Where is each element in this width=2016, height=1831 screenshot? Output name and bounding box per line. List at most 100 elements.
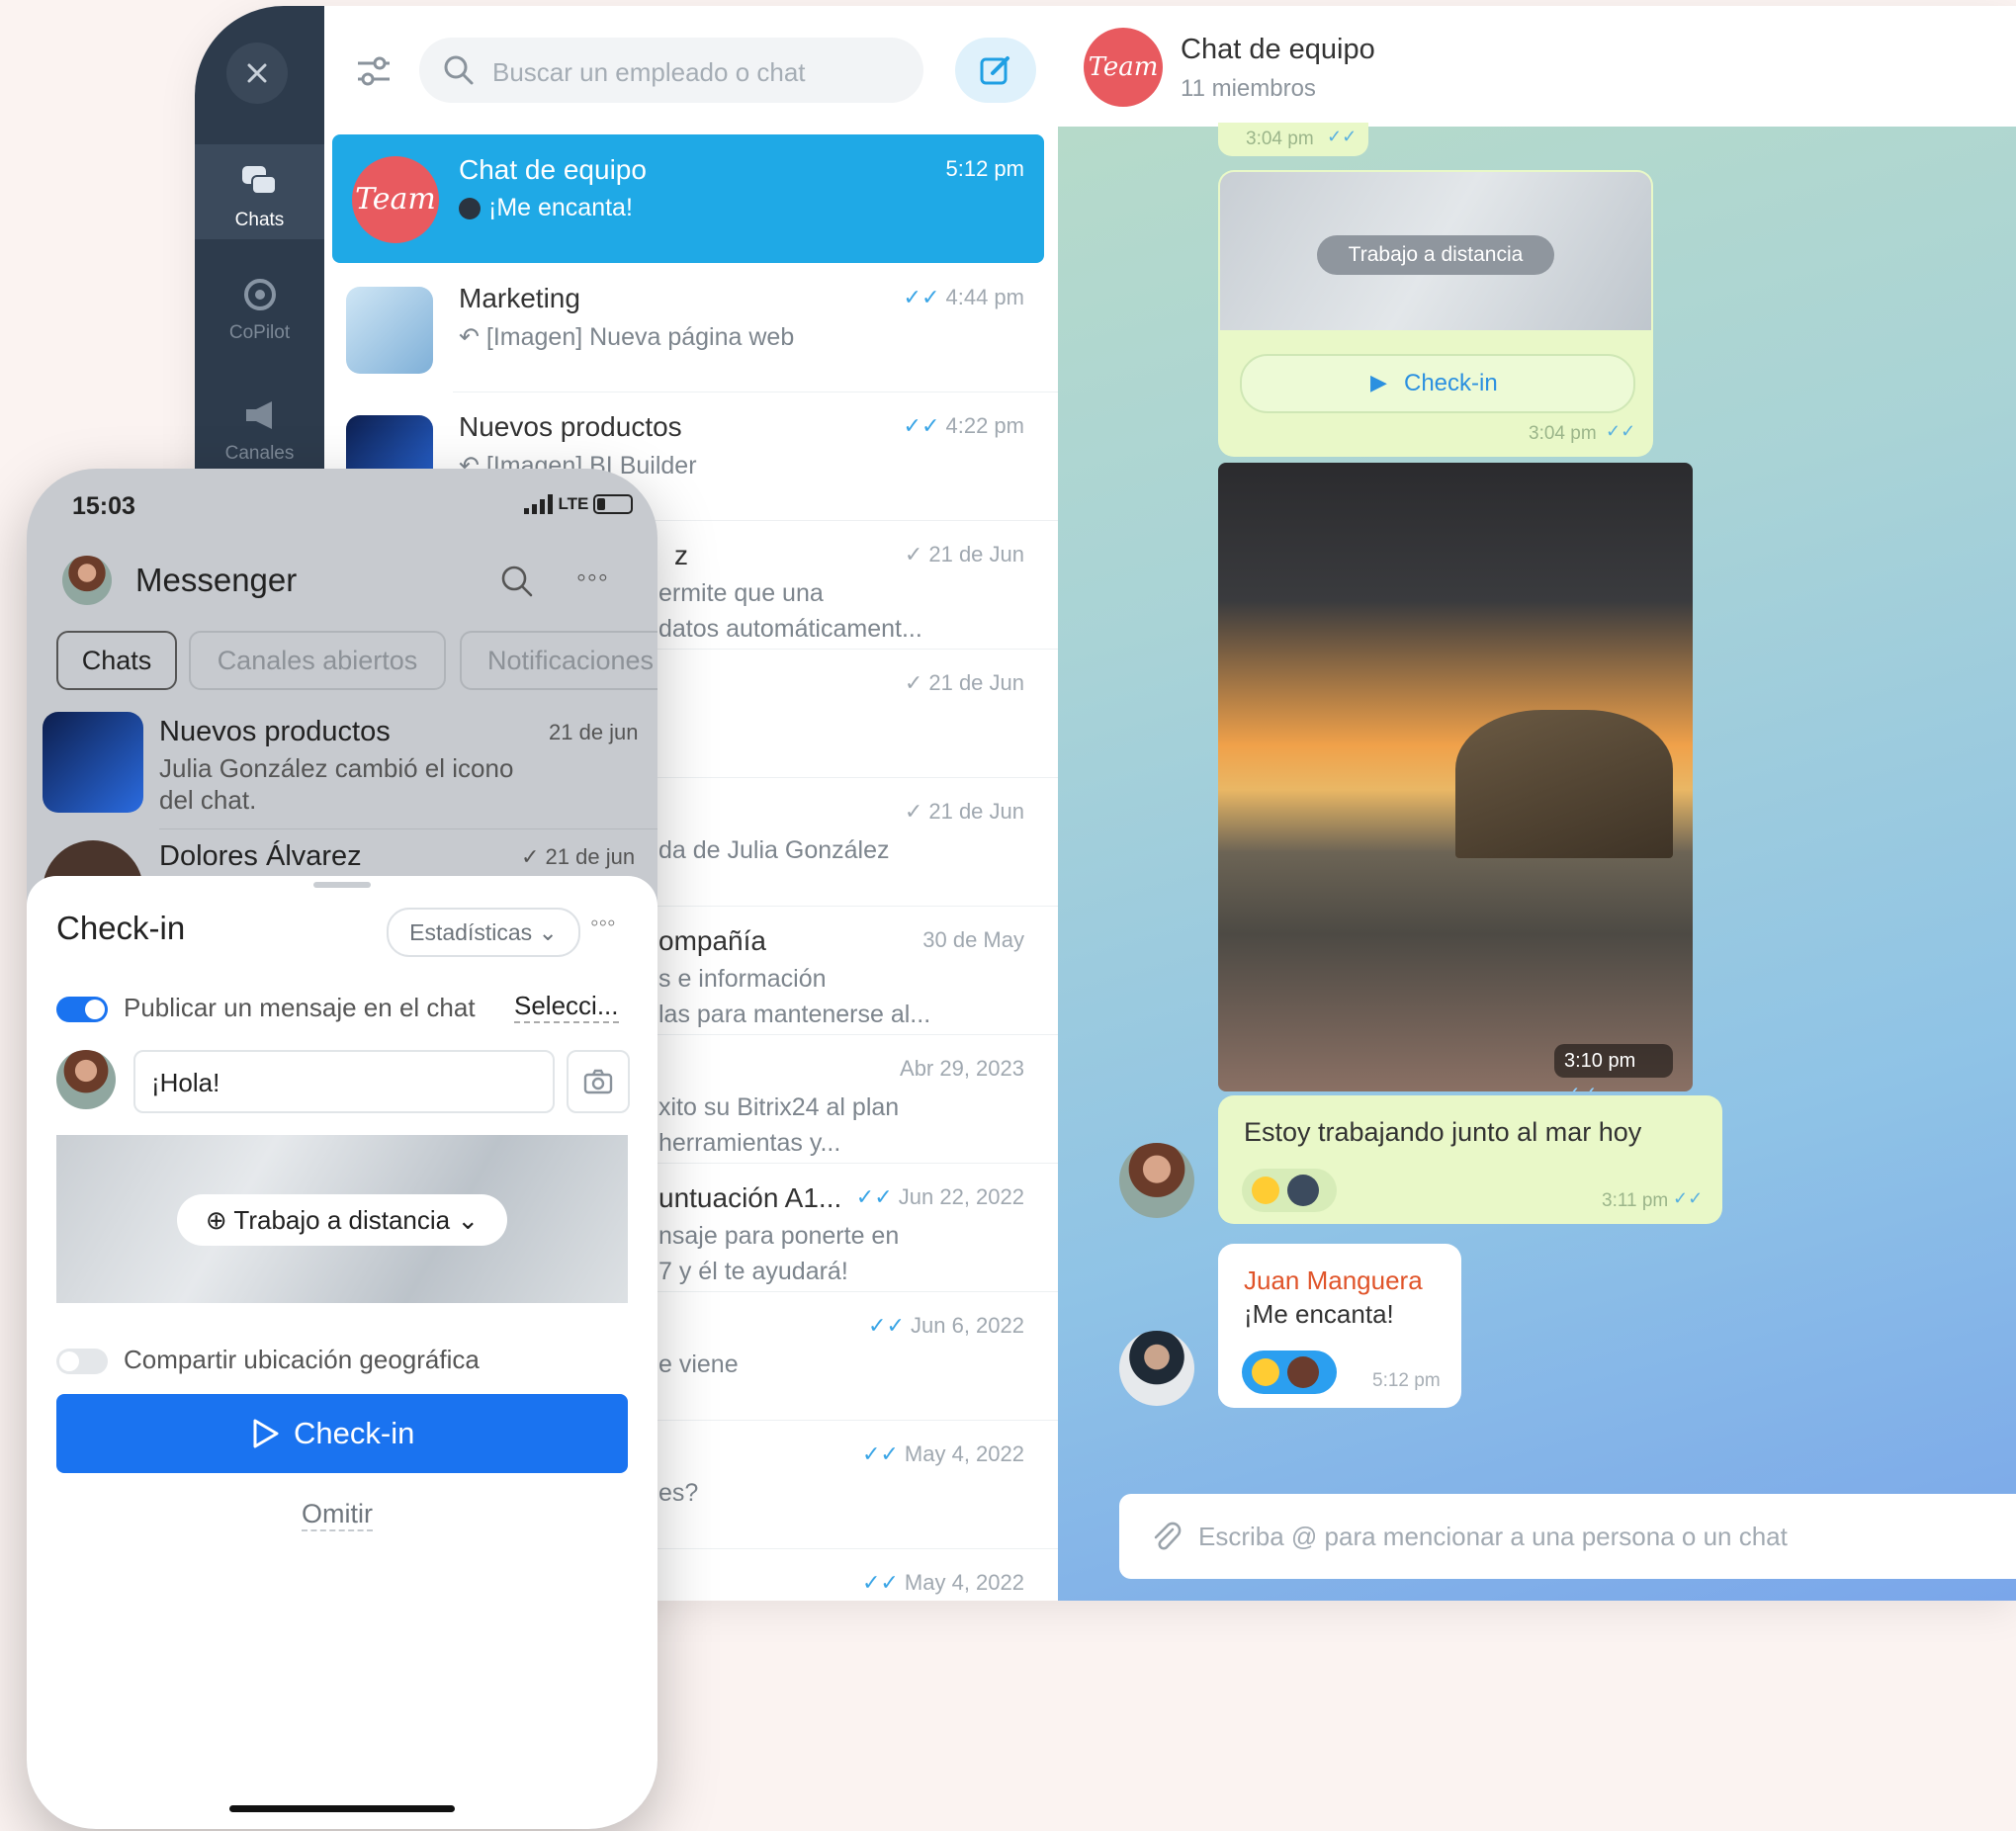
check-icon: ✓ [904, 542, 929, 567]
divider [159, 828, 657, 829]
statistics-label: Estadísticas [409, 919, 533, 945]
list-item-date: 21 de jun [549, 720, 639, 744]
nav-chats[interactable]: Chats [195, 144, 324, 239]
beach-hut-image [1455, 710, 1673, 858]
chat-list-toolbar: Buscar un empleado o chat [324, 6, 1058, 134]
author-avatar-icon [459, 198, 481, 220]
profile-avatar[interactable] [62, 556, 112, 605]
statistics-dropdown[interactable]: Estadísticas ⌄ [387, 908, 580, 957]
chat-selector[interactable]: Selecci... [514, 991, 619, 1023]
tab-canales-abiertos[interactable]: Canales abiertos [189, 631, 446, 690]
search-input[interactable]: Buscar un empleado o chat [419, 38, 923, 103]
checkin-message-button[interactable]: ▶ Check-in [1240, 354, 1635, 413]
tab-notificaciones[interactable]: Notificaciones [460, 631, 657, 690]
skip-link[interactable]: Omitir [302, 1499, 373, 1531]
chat-row-team[interactable]: Team Chat de equipo 5:12 pm ¡Me encanta! [332, 134, 1044, 263]
more-options-icon[interactable]: ◦◦◦ [590, 910, 616, 937]
user-avatar [56, 1050, 116, 1109]
filter-icon[interactable] [354, 53, 394, 89]
chevron-down-icon: ⌄ [532, 919, 558, 945]
publish-toggle[interactable] [56, 997, 108, 1022]
chat-preview-text: ¡Me encanta! [488, 194, 633, 221]
location-dropdown[interactable]: ⊕ Trabajo a distancia ⌄ [177, 1194, 507, 1246]
paperclip-icon[interactable] [1149, 1520, 1183, 1553]
nav-copilot-label: CoPilot [228, 322, 291, 343]
chat-preview: xito su Bitrix24 al plan [658, 1093, 900, 1121]
photo-time-badge: 3:10 pm ✓✓ [1554, 1044, 1673, 1091]
chat-time: ✓✓ May 4, 2022 [861, 1570, 1024, 1595]
marketing-avatar [346, 287, 433, 374]
chat-name: untuación A1... [658, 1182, 842, 1213]
signal-icon [524, 494, 554, 514]
close-button[interactable] [226, 43, 288, 104]
play-icon [253, 1419, 279, 1448]
chat-pane: Team Chat de equipo 11 miembros 3:04 pm … [1058, 6, 2016, 1601]
chat-name: Marketing [459, 283, 580, 313]
list-item[interactable]: Nuevos productos 21 de jun Julia Gonzále… [27, 704, 657, 821]
list-item-date: ✓ 21 de jun [521, 844, 636, 869]
status-bar-right: LTE [524, 494, 633, 518]
phone-screen: 15:03 LTE Messenger ◦◦◦ Chats Canales ab… [27, 469, 657, 1829]
reactor-avatar-icon [1287, 1175, 1319, 1206]
double-check-icon: ✓✓ [1606, 421, 1636, 441]
close-icon [247, 63, 267, 83]
chat-time: 5:12 pm [945, 156, 1025, 181]
chat-preview: es? [658, 1479, 699, 1507]
chat-member-count[interactable]: 11 miembros [1181, 75, 1316, 103]
location-label: Trabajo a distancia [233, 1205, 451, 1235]
message-author[interactable]: Juan Manguera [1244, 1265, 1423, 1296]
chat-header-avatar[interactable]: Team [1084, 28, 1163, 107]
search-placeholder: Buscar un empleado o chat [492, 57, 806, 87]
chat-time: 30 de May [922, 927, 1024, 952]
camera-button[interactable] [567, 1050, 630, 1113]
chat-title[interactable]: Chat de equipo [1181, 34, 1375, 66]
team-avatar: Team [352, 156, 439, 243]
double-check-icon: ✓✓ [1327, 127, 1358, 146]
publish-label: Publicar un mensaje en el chat [124, 993, 476, 1022]
status-clock: 15:03 [72, 492, 135, 520]
search-icon[interactable] [499, 564, 535, 599]
sender-avatar[interactable] [1119, 1143, 1194, 1218]
double-check-icon: ✓✓ [868, 1313, 912, 1338]
double-check-icon: ✓✓ [1564, 1084, 1598, 1091]
chat-preview-2: datos automáticament... [658, 615, 922, 643]
nav-copilot[interactable]: CoPilot [195, 275, 324, 354]
checkin-button[interactable]: Check-in [56, 1394, 628, 1473]
sheet-title: Check-in [56, 910, 186, 946]
message-composer[interactable]: Escriba @ para mencionar a una persona o… [1119, 1494, 2016, 1579]
compose-icon [980, 56, 1009, 85]
tab-chats[interactable]: Chats [56, 631, 177, 690]
chat-row-marketing[interactable]: Marketing ✓✓ 4:44 pm ↶ [Imagen] Nueva pá… [332, 263, 1044, 392]
check-icon: ✓ [904, 799, 929, 824]
reactions[interactable] [1242, 1351, 1337, 1394]
double-check-icon: ✓✓ [1673, 1188, 1704, 1208]
emoji-reaction-icon [1252, 1358, 1279, 1386]
chat-name: ompañía [658, 925, 766, 956]
more-options-icon[interactable]: ◦◦◦ [576, 562, 609, 593]
chat-time: ✓✓ Jun 6, 2022 [868, 1313, 1024, 1338]
list-item[interactable]: Dolores Álvarez ✓ 21 de jun [27, 830, 657, 941]
photo-message[interactable]: 3:10 pm ✓✓ [1218, 463, 1693, 1091]
search-icon [444, 55, 474, 85]
message-tail: 3:04 pm ✓✓ [1218, 123, 1368, 156]
chat-preview: ↶ [Imagen] Nueva página web [459, 323, 795, 351]
sheet-handle[interactable] [313, 882, 371, 888]
check-icon: ✓ [904, 670, 929, 695]
sender-avatar[interactable] [1119, 1331, 1194, 1406]
message-input[interactable]: ¡Hola! [133, 1050, 555, 1113]
geo-toggle[interactable] [56, 1349, 108, 1374]
message-time: 3:11 pm [1602, 1190, 1669, 1211]
photo-time: 3:10 pm [1564, 1050, 1636, 1072]
chat-preview-2: herramientas y... [658, 1129, 841, 1157]
chat-time: ✓ 21 de Jun [904, 799, 1024, 824]
checkin-button-label: Check-in [294, 1416, 415, 1450]
nav-chats-label: Chats [234, 210, 285, 230]
message-bubble: Estoy trabajando junto al mar hoy 3:11 p… [1218, 1095, 1722, 1224]
app-title: Messenger [135, 562, 298, 598]
nav-canales[interactable]: Canales [195, 395, 324, 475]
compose-button[interactable] [955, 38, 1036, 103]
emoji-reaction-icon [1252, 1177, 1279, 1204]
chat-preview-2: 7 y él te ayudará! [658, 1258, 848, 1285]
reactions[interactable] [1242, 1169, 1337, 1212]
geo-label: Compartir ubicación geográfica [124, 1345, 480, 1374]
